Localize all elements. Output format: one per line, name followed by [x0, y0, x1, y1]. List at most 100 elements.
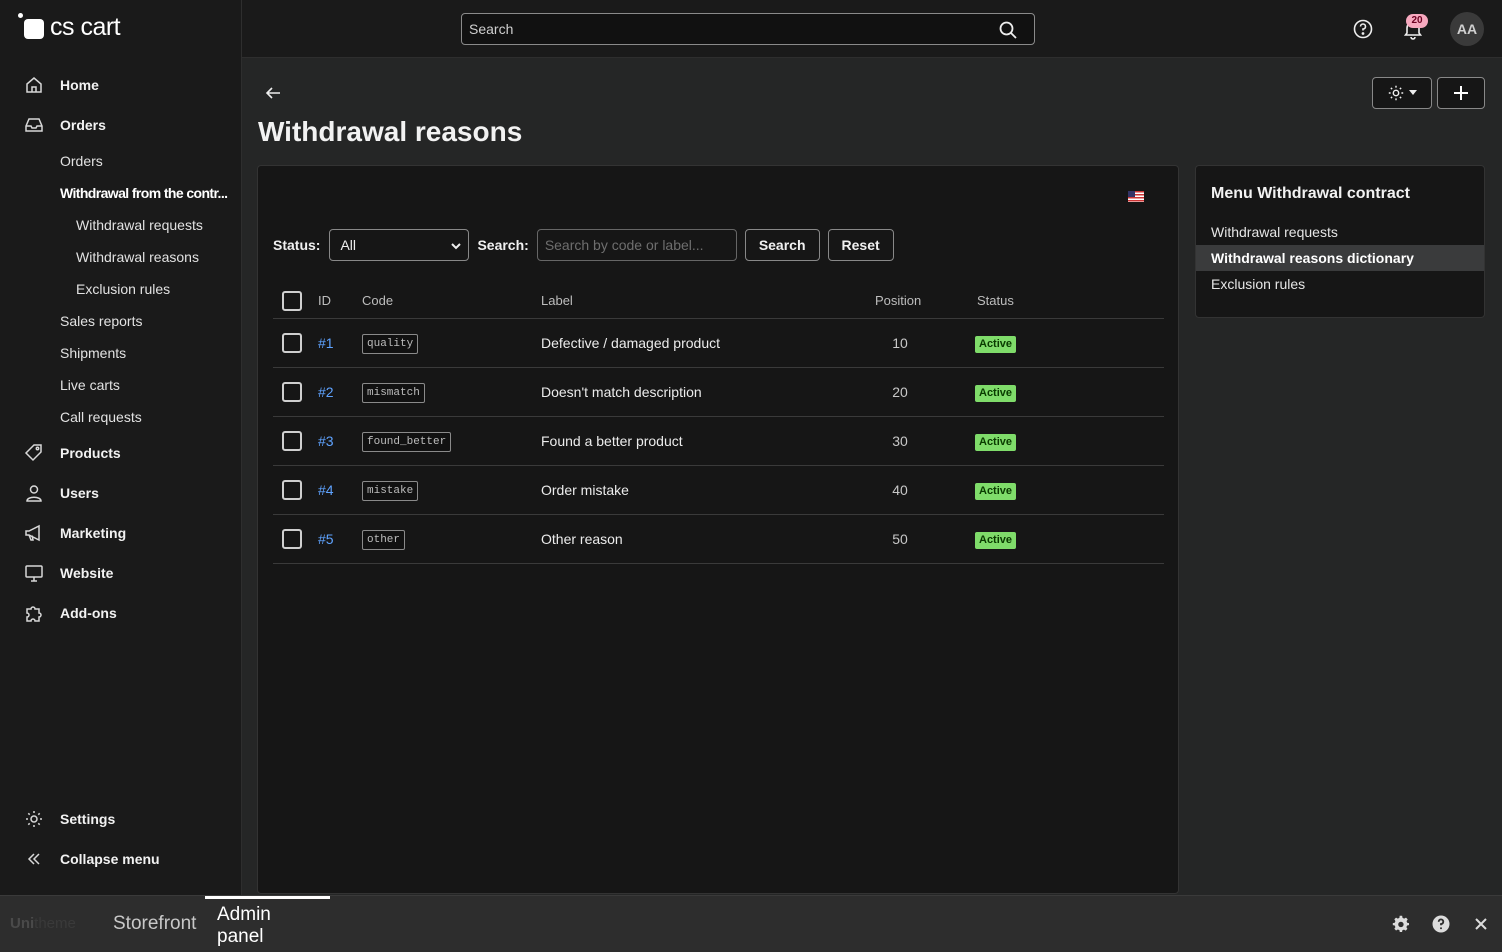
row-label: Doesn't match description — [541, 384, 702, 400]
row-position: 10 — [892, 335, 908, 351]
reasons-card: Status: All Search: Search Reset ID Code… — [257, 165, 1179, 894]
sidebar-item-label: Users — [60, 485, 99, 501]
row-id-link[interactable]: #5 — [318, 531, 334, 547]
us-flag-icon[interactable] — [1128, 191, 1144, 202]
sidebar-sub-withdrawal-reasons[interactable]: Withdrawal reasons — [76, 243, 199, 271]
sidebar-sub-orders[interactable]: Orders — [60, 147, 103, 175]
sidebar-item-label: Marketing — [60, 525, 127, 541]
status-badge[interactable]: Active — [975, 385, 1017, 402]
sidebar-sub-sales-reports[interactable]: Sales reports — [60, 307, 142, 335]
status-badge[interactable]: Active — [975, 434, 1017, 451]
global-search — [461, 13, 1035, 45]
panel-item-withdrawal-requests[interactable]: Withdrawal requests — [1196, 219, 1484, 245]
row-position: 40 — [892, 482, 908, 498]
status-select[interactable]: All — [329, 229, 470, 261]
status-badge[interactable]: Active — [975, 336, 1017, 353]
row-id-link[interactable]: #4 — [318, 482, 334, 498]
row-code: other — [362, 530, 406, 550]
row-checkbox[interactable] — [282, 333, 302, 353]
settings-dropdown-button[interactable] — [1372, 77, 1432, 109]
sidebar: cs cart Home Orders Orders Withdrawal fr… — [0, 0, 242, 895]
sidebar-item-marketing[interactable]: Marketing — [0, 515, 242, 551]
status-badge[interactable]: Active — [975, 532, 1017, 549]
row-position: 50 — [892, 531, 908, 547]
global-search-input[interactable] — [462, 14, 992, 44]
search-button[interactable]: Search — [744, 229, 820, 261]
main-content: Withdrawal reasons Status: All Search: S… — [242, 58, 1502, 895]
status-filter-label: Status: — [273, 237, 321, 253]
table-header: ID Code Label Position Status — [273, 283, 1164, 319]
row-label: Other reason — [541, 531, 623, 547]
row-checkbox[interactable] — [282, 382, 302, 402]
tab-admin-panel[interactable]: Admin panel — [205, 896, 330, 952]
home-icon — [24, 75, 44, 95]
sidebar-item-label: Home — [60, 77, 99, 93]
row-position: 30 — [892, 433, 908, 449]
row-code: found_better — [362, 432, 452, 452]
code-label-search-input[interactable] — [536, 229, 737, 261]
sidebar-sub-live-carts[interactable]: Live carts — [60, 371, 120, 399]
withdrawal-menu-panel: Menu Withdrawal contract Withdrawal requ… — [1195, 165, 1485, 318]
sidebar-item-label: Add-ons — [60, 605, 117, 621]
collapse-menu-label: Collapse menu — [60, 851, 160, 867]
sidebar-item-orders[interactable]: Orders — [0, 107, 242, 143]
panel-item-exclusion-rules[interactable]: Exclusion rules — [1196, 271, 1484, 297]
cs-cart-logo[interactable]: cs cart — [18, 12, 121, 42]
chevron-down-icon — [450, 240, 462, 252]
sidebar-item-website[interactable]: Website — [0, 555, 242, 591]
table-row: #5 other Other reason 50 Active — [273, 515, 1164, 564]
sidebar-item-label: Settings — [60, 811, 116, 827]
table-row: #2 mismatch Doesn't match description 20… — [273, 368, 1164, 417]
reset-button[interactable]: Reset — [827, 229, 894, 261]
avatar[interactable]: AA — [1450, 12, 1484, 46]
sidebar-sub-withdrawal-requests[interactable]: Withdrawal requests — [76, 211, 203, 239]
sidebar-item-label: Orders — [60, 117, 106, 133]
status-badge[interactable]: Active — [975, 483, 1017, 500]
sidebar-sub-withdrawal[interactable]: Withdrawal from the contr... — [60, 179, 228, 207]
header-status: Status — [977, 293, 1014, 308]
search-icon[interactable] — [998, 20, 1018, 40]
close-icon[interactable] — [1472, 915, 1490, 933]
panel-title: Menu Withdrawal contract — [1211, 185, 1410, 202]
unitheme-logo: Unitheme — [10, 915, 76, 932]
header-label: Label — [541, 293, 573, 308]
collapse-menu-button[interactable]: Collapse menu — [0, 841, 242, 877]
panel-item-reasons-dictionary[interactable]: Withdrawal reasons dictionary — [1196, 245, 1484, 271]
sidebar-sub-call-requests[interactable]: Call requests — [60, 403, 142, 431]
add-reason-button[interactable] — [1437, 77, 1485, 109]
tab-storefront[interactable]: Storefront — [101, 896, 208, 952]
row-checkbox[interactable] — [282, 480, 302, 500]
megaphone-icon — [24, 523, 44, 543]
select-all-checkbox[interactable] — [282, 291, 302, 311]
back-arrow-icon[interactable] — [264, 84, 282, 102]
row-label: Defective / damaged product — [541, 335, 720, 351]
tag-icon — [24, 443, 44, 463]
sidebar-item-products[interactable]: Products — [0, 435, 242, 471]
sidebar-item-addons[interactable]: Add-ons — [0, 595, 242, 631]
sidebar-item-users[interactable]: Users — [0, 475, 242, 511]
row-code: quality — [362, 334, 419, 354]
row-code: mistake — [362, 481, 419, 501]
gear-icon[interactable] — [1392, 915, 1410, 933]
user-icon — [24, 483, 44, 503]
help-circle-icon[interactable] — [1432, 915, 1450, 933]
sidebar-item-settings[interactable]: Settings — [0, 801, 242, 837]
row-id-link[interactable]: #1 — [318, 335, 334, 351]
header-code: Code — [362, 293, 394, 308]
help-icon[interactable] — [1352, 18, 1374, 40]
brand-part-b: theme — [34, 915, 76, 932]
sidebar-sub-exclusion-rules[interactable]: Exclusion rules — [76, 275, 170, 303]
logo-mark-icon — [18, 13, 46, 41]
table-row: #1 quality Defective / damaged product 1… — [273, 319, 1164, 368]
row-position: 20 — [892, 384, 908, 400]
row-checkbox[interactable] — [282, 529, 302, 549]
sidebar-sub-shipments[interactable]: Shipments — [60, 339, 126, 367]
row-id-link[interactable]: #3 — [318, 433, 334, 449]
sidebar-item-label: Website — [60, 565, 114, 581]
header-position: Position — [875, 293, 922, 308]
sidebar-item-home[interactable]: Home — [0, 67, 242, 103]
row-id-link[interactable]: #2 — [318, 384, 334, 400]
row-code: mismatch — [362, 383, 425, 403]
row-checkbox[interactable] — [282, 431, 302, 451]
table-row: #4 mistake Order mistake 40 Active — [273, 466, 1164, 515]
